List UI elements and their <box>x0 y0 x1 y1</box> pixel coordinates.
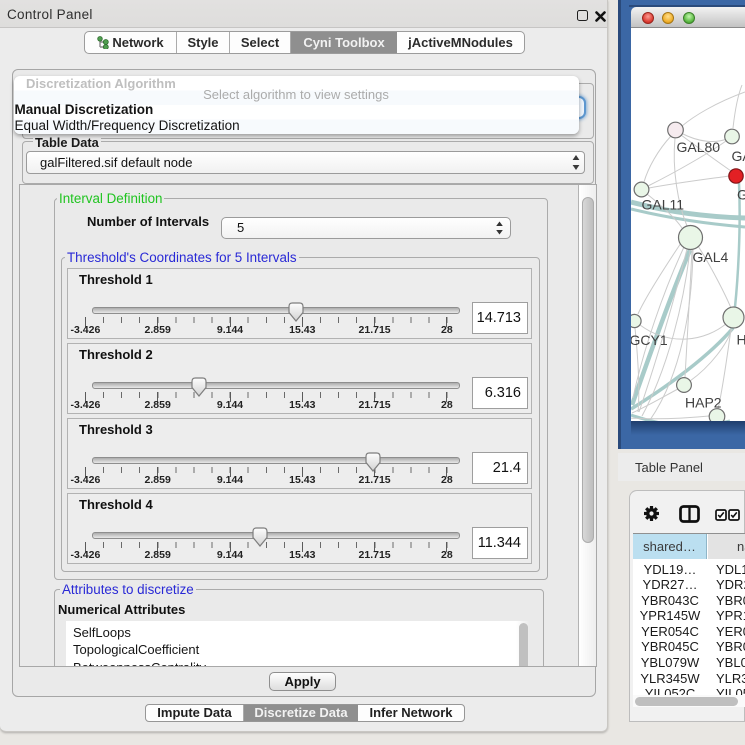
svg-text:GCY1: GCY1 <box>631 332 668 348</box>
svg-text:GCR1: GCR1 <box>737 187 745 203</box>
svg-text:GAL80: GAL80 <box>677 139 721 155</box>
svg-text:HAP2: HAP2 <box>685 395 722 411</box>
svg-text:HIS4: HIS4 <box>737 332 745 348</box>
svg-text:GAL3: GAL3 <box>732 148 745 164</box>
svg-text:GAL4: GAL4 <box>693 249 729 265</box>
svg-text:GAL11: GAL11 <box>642 197 685 213</box>
